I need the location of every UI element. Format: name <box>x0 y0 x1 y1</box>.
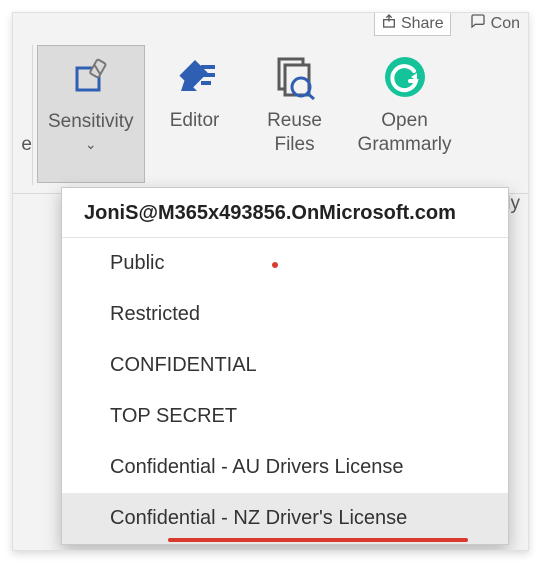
truncated-left-button[interactable]: e <box>19 45 33 185</box>
truncated-left-char: e <box>21 134 32 156</box>
sensitivity-option-restricted[interactable]: Restricted <box>62 289 508 340</box>
sensitivity-option-confidential[interactable]: CONFIDENTIAL <box>62 340 508 391</box>
annotation-underline-icon <box>168 538 468 542</box>
comments-button[interactable]: Con <box>469 12 520 36</box>
grammarly-label-1: Open <box>381 109 427 133</box>
sensitivity-label: Sensitivity <box>48 110 134 134</box>
top-links: Share Con <box>366 12 528 38</box>
sensitivity-option-au-license[interactable]: Confidential - AU Drivers License <box>62 442 508 493</box>
share-button[interactable]: Share <box>374 12 451 36</box>
reuse-files-icon <box>269 51 321 103</box>
ribbon-panel: Share Con e Sensitivity ⌄ <box>12 12 529 551</box>
option-label: Confidential - AU Drivers License <box>110 456 403 478</box>
ribbon-row: e Sensitivity ⌄ <box>13 39 528 194</box>
grammarly-button[interactable]: Open Grammarly <box>345 45 465 183</box>
editor-icon <box>169 51 221 103</box>
option-label: CONFIDENTIAL <box>110 354 257 376</box>
grammarly-label-2: Grammarly <box>358 133 452 157</box>
share-icon <box>381 13 397 34</box>
option-label: TOP SECRET <box>110 405 237 427</box>
dropdown-account: JoniS@M365x493856.OnMicrosoft.com <box>62 188 508 238</box>
reuse-files-label-1: Reuse <box>267 109 322 133</box>
comment-icon <box>469 13 487 34</box>
option-label: Confidential - NZ Driver's License <box>110 507 407 529</box>
editor-label: Editor <box>170 109 220 133</box>
sensitivity-option-nz-license[interactable]: Confidential - NZ Driver's License <box>62 493 508 544</box>
option-label: Restricted <box>110 303 200 325</box>
share-label: Share <box>401 15 444 33</box>
comments-label-partial: Con <box>491 15 520 33</box>
reuse-files-label-2: Files <box>274 133 314 157</box>
sensitivity-option-top-secret[interactable]: TOP SECRET <box>62 391 508 442</box>
reuse-files-button[interactable]: Reuse Files <box>245 45 345 183</box>
annotation-dot-icon <box>272 262 278 268</box>
grammarly-icon <box>379 51 431 103</box>
sensitivity-icon <box>65 52 117 104</box>
sensitivity-option-public[interactable]: Public <box>62 238 508 289</box>
chevron-down-icon: ⌄ <box>85 136 97 154</box>
sensitivity-button[interactable]: Sensitivity ⌄ <box>37 45 145 183</box>
editor-button[interactable]: Editor <box>145 45 245 183</box>
sensitivity-dropdown: JoniS@M365x493856.OnMicrosoft.com Public… <box>61 187 509 545</box>
option-label: Public <box>110 252 164 274</box>
